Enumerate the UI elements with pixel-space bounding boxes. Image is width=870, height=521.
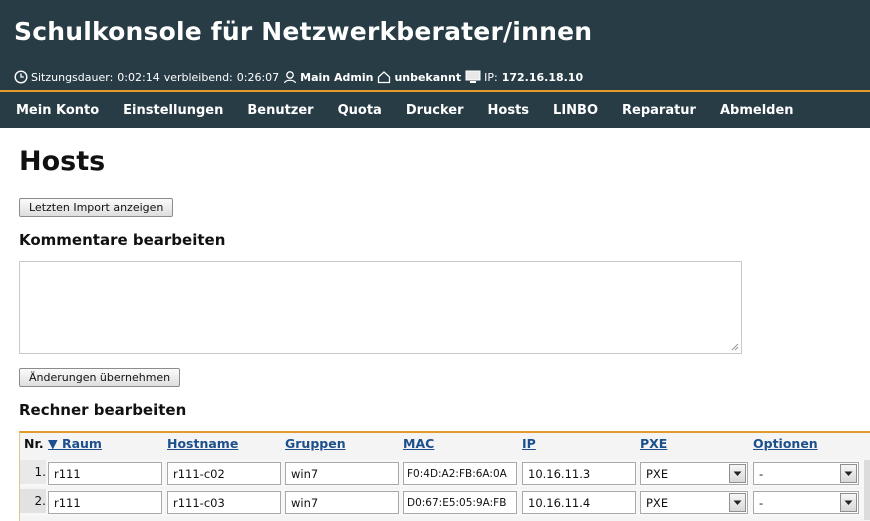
user-name: Main Admin: [300, 70, 374, 84]
ip-input[interactable]: 10.16.11.3: [522, 462, 636, 485]
room-input[interactable]: r111: [48, 491, 162, 514]
column-header-options[interactable]: Optionen: [753, 436, 818, 451]
session-time: 0:02:14: [117, 70, 160, 84]
resize-grip-icon[interactable]: [730, 342, 739, 351]
mac-input[interactable]: F0:4D:A2:FB:6A:0A: [403, 462, 517, 485]
comments-textarea[interactable]: [19, 261, 742, 354]
nav-abmelden[interactable]: Abmelden: [720, 103, 794, 118]
hosts-heading: Rechner bearbeiten: [19, 401, 187, 419]
table-row: 2. r111 r111-c03 win7 D0:67:E5:05:9A:FB …: [20, 489, 870, 516]
nav-einstellungen[interactable]: Einstellungen: [123, 103, 223, 118]
table-scrollbar[interactable]: [864, 460, 870, 520]
hosts-table: Nr. ▼ Raum Hostname Gruppen MAC IP PXE O…: [19, 431, 870, 521]
clock-icon: [14, 70, 28, 84]
column-header-mac[interactable]: MAC: [403, 436, 434, 451]
remaining-label: verbleibend:: [163, 70, 233, 84]
ip-input[interactable]: 10.16.11.4: [522, 491, 636, 514]
chevron-down-icon[interactable]: [840, 493, 857, 512]
options-select[interactable]: -: [753, 491, 859, 514]
hostname-input[interactable]: r111-c02: [167, 462, 281, 485]
pxe-select-value: PXE: [646, 466, 669, 481]
column-header-groups[interactable]: Gruppen: [285, 436, 346, 451]
nav-linbo[interactable]: LINBO: [553, 103, 598, 118]
column-header-ip[interactable]: IP: [522, 436, 536, 451]
group-input[interactable]: win7: [285, 462, 399, 485]
monitor-icon: [465, 70, 481, 84]
main-nav: Mein Konto Einstellungen Benutzer Quota …: [0, 92, 870, 128]
ip-label: IP:: [484, 70, 498, 84]
mac-input[interactable]: D0:67:E5:05:9A:FB: [403, 491, 517, 514]
nav-reparatur[interactable]: Reparatur: [622, 103, 696, 118]
table-row: 1. r111 r111-c02 win7 F0:4D:A2:FB:6A:0A …: [20, 460, 870, 487]
nav-quota[interactable]: Quota: [338, 103, 382, 118]
column-header-room[interactable]: ▼ Raum: [48, 436, 102, 451]
row-number: 1.: [20, 460, 46, 484]
session-label: Sitzungsdauer:: [31, 70, 114, 84]
comments-heading: Kommentare bearbeiten: [19, 231, 226, 249]
options-select-value: -: [759, 466, 764, 481]
room-name: unbekannt: [394, 70, 462, 84]
app-title: Schulkonsole für Netzwerkberater/innen: [14, 17, 593, 46]
chevron-down-icon[interactable]: [729, 464, 746, 483]
options-select[interactable]: -: [753, 462, 859, 485]
page-title: Hosts: [19, 146, 106, 177]
hostname-input[interactable]: r111-c03: [167, 491, 281, 514]
nav-drucker[interactable]: Drucker: [406, 103, 464, 118]
chevron-down-icon[interactable]: [840, 464, 857, 483]
apply-changes-button[interactable]: Änderungen übernehmen: [19, 368, 181, 387]
ip-address: 172.16.18.10: [501, 70, 584, 84]
chevron-down-icon[interactable]: [729, 493, 746, 512]
nav-benutzer[interactable]: Benutzer: [247, 103, 313, 118]
nav-mein-konto[interactable]: Mein Konto: [16, 103, 99, 118]
pxe-select[interactable]: PXE: [640, 491, 748, 514]
column-header-nr: Nr.: [24, 436, 44, 451]
user-icon: [283, 70, 297, 84]
row-number: 2.: [20, 489, 46, 513]
column-header-pxe[interactable]: PXE: [640, 436, 667, 451]
room-input[interactable]: r111: [48, 462, 162, 485]
remaining-time: 0:26:07: [236, 70, 280, 84]
house-icon: [377, 70, 391, 84]
options-select-value: -: [759, 495, 764, 510]
status-bar: Sitzungsdauer: 0:02:14 verbleibend: 0:26…: [14, 68, 583, 86]
column-header-hostname[interactable]: Hostname: [167, 436, 238, 451]
group-input[interactable]: win7: [285, 491, 399, 514]
app-header: Schulkonsole für Netzwerkberater/innen S…: [0, 0, 870, 92]
show-last-import-button[interactable]: Letzten Import anzeigen: [19, 198, 174, 217]
pxe-select[interactable]: PXE: [640, 462, 748, 485]
nav-hosts[interactable]: Hosts: [488, 103, 530, 118]
pxe-select-value: PXE: [646, 495, 669, 510]
